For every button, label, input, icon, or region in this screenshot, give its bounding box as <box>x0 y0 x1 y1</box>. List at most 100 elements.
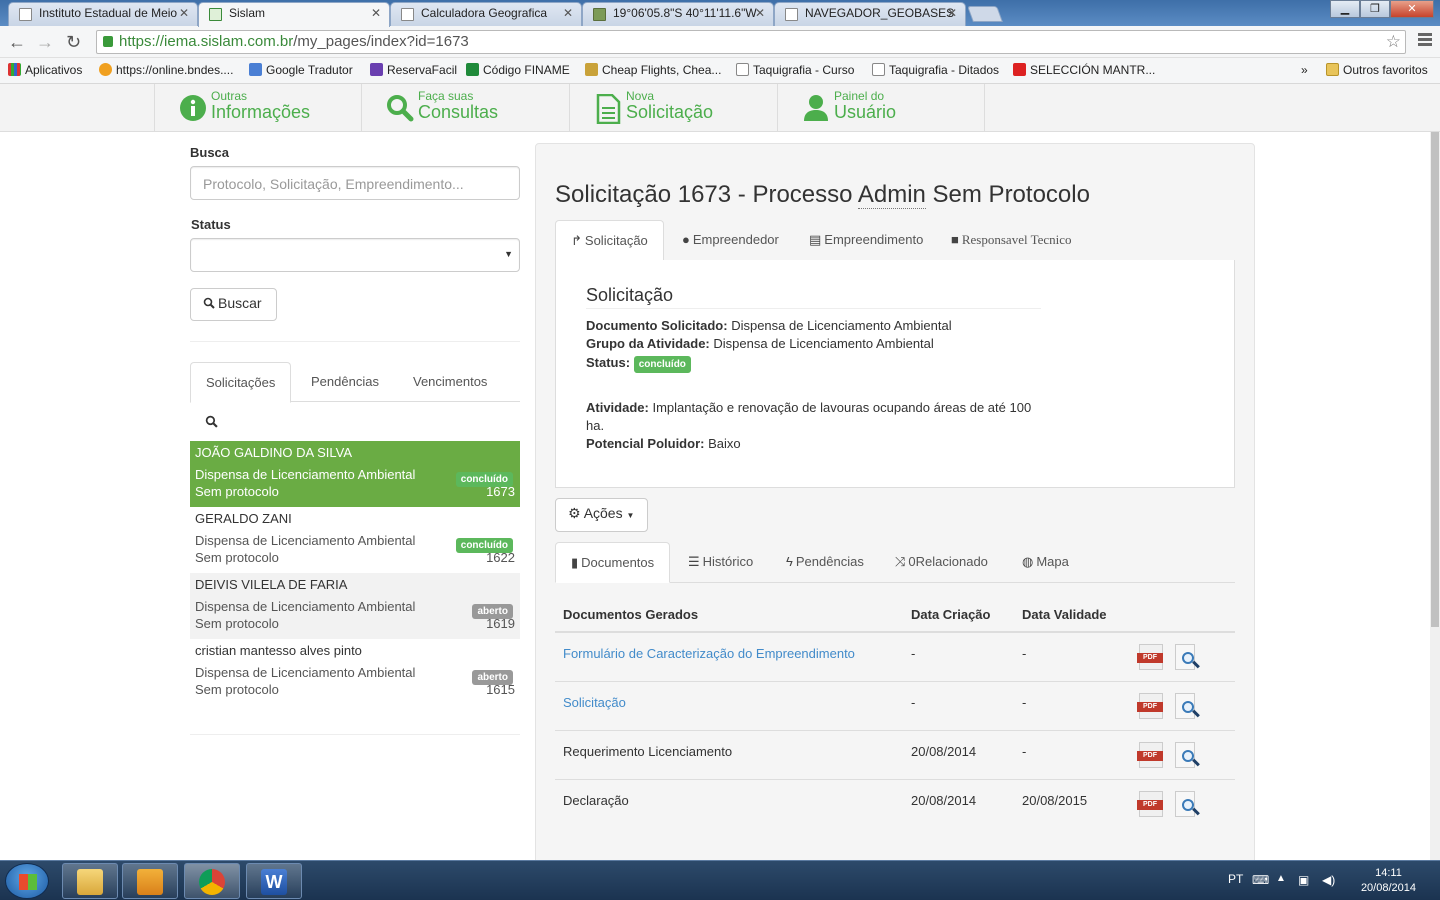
keyboard-icon[interactable]: ⌨ <box>1252 873 1269 887</box>
document-link[interactable]: Solicitação <box>563 695 626 710</box>
volume-icon[interactable]: ◀) <box>1322 873 1335 887</box>
divider <box>190 734 520 735</box>
reload-icon[interactable]: ↻ <box>66 32 81 52</box>
maps-favicon <box>593 8 606 21</box>
buscar-button[interactable]: Buscar <box>190 288 277 321</box>
bookmark-bndes[interactable]: https://online.bndes.... <box>99 63 233 77</box>
page-scrollbar[interactable] <box>1430 132 1440 860</box>
pdf-icon[interactable]: PDF <box>1137 790 1165 819</box>
close-tab-icon[interactable]: ✕ <box>371 6 381 20</box>
bookmark-google-tradutor[interactable]: Google Tradutor <box>249 63 353 77</box>
close-tab-icon[interactable]: ✕ <box>179 6 189 20</box>
windows-taskbar: W PT ⌨ ▲ ▣ ◀) 14:11 20/08/2014 <box>0 860 1440 900</box>
language-indicator[interactable]: PT <box>1228 872 1243 886</box>
taskbar-chrome[interactable] <box>184 863 240 899</box>
bookmark-reservafacil[interactable]: ReservaFacil <box>370 63 457 77</box>
tab-vencimentos[interactable]: Vencimentos <box>398 362 502 402</box>
close-window-button[interactable]: ✕ <box>1390 0 1434 18</box>
nav-nova-solicitacao[interactable]: Nova Solicitação <box>569 84 777 132</box>
documents-tabs: ▮ Documentos ☰ Histórico ϟ Pendências ⤨ 0Rel… <box>555 542 1235 583</box>
browser-tab-sislam[interactable]: Sislam ✕ <box>198 2 390 27</box>
browser-tab-geobases[interactable]: NAVEGADOR_GEOBASES ✕ <box>774 2 966 26</box>
outlook-icon <box>137 869 163 895</box>
network-icon[interactable]: ▣ <box>1298 873 1309 887</box>
status-select[interactable]: ▼ <box>190 238 520 272</box>
busca-input[interactable]: Protocolo, Solicitação, Empreendimento..… <box>190 166 520 200</box>
preview-magnifier-icon[interactable] <box>1173 790 1201 819</box>
close-tab-icon[interactable]: ✕ <box>563 6 573 20</box>
nav-outras-informacoes[interactable]: Outras Informações <box>154 84 362 132</box>
close-tab-icon[interactable]: ✕ <box>947 6 957 20</box>
bookmark-finame[interactable]: Código FINAME <box>466 63 570 77</box>
pdf-icon[interactable]: PDF <box>1137 644 1165 672</box>
pdf-icon[interactable]: PDF <box>1137 741 1165 770</box>
bookmark-apps[interactable]: Aplicativos <box>8 63 82 77</box>
bookmark-seleccion[interactable]: SELECCIÓN MANTR... <box>1013 63 1155 77</box>
column-header-actions <box>1135 596 1235 633</box>
search-icon <box>203 296 215 312</box>
tab-documentos[interactable]: ▮ Documentos <box>555 542 671 583</box>
atividade: Atividade: Implantação e renovação de la… <box>586 400 1032 433</box>
tab-relacionado[interactable]: ⤨ 0Relacionado <box>880 542 1003 582</box>
document-icon <box>594 93 622 125</box>
back-arrow-icon[interactable]: ← <box>8 32 26 52</box>
address-bar[interactable]: https://iema.sislam.com.br/my_pages/inde… <box>96 30 1406 54</box>
forward-arrow-icon[interactable]: → <box>36 32 54 52</box>
bookmark-taquigrafia-ditados[interactable]: Taquigrafia - Ditados <box>872 63 999 77</box>
document-name: Declaração <box>555 778 903 828</box>
bolt-icon: ϟ <box>786 554 793 569</box>
tab-solicitacoes[interactable]: Solicitações <box>190 362 292 403</box>
bookmark-star-icon[interactable]: ☆ <box>1386 31 1401 53</box>
nav-painel-usuario[interactable]: Painel do Usuário <box>777 84 985 132</box>
document-link[interactable]: Formulário de Caracterização do Empreend… <box>563 646 855 661</box>
grupo-atividade: Grupo da Atividade: Dispensa de Licencia… <box>586 336 934 351</box>
filter-search-icon[interactable] <box>205 415 218 431</box>
list-item[interactable]: DEIVIS VILELA DE FARIA Dispensa de Licen… <box>190 573 520 639</box>
briefcase-icon: ■ <box>951 232 959 247</box>
tab-empreendedor[interactable]: ● Empreendedor <box>667 220 794 260</box>
tab-solicitacao[interactable]: ↱ Solicitação <box>555 220 664 261</box>
close-tab-icon[interactable]: ✕ <box>755 6 765 20</box>
admin-abbr: Admin <box>857 181 926 209</box>
scrollbar-thumb[interactable] <box>1431 132 1439 627</box>
list-item[interactable]: JOÃO GALDINO DA SILVA Dispensa de Licenc… <box>190 441 520 507</box>
table-row: Formulário de Caracterização do Empreend… <box>555 631 1235 681</box>
taskbar-word[interactable]: W <box>246 863 302 899</box>
tab-pendencias[interactable]: ϟ Pendências <box>771 542 879 582</box>
taskbar-outlook[interactable] <box>122 863 178 899</box>
browser-tab-iema[interactable]: Instituto Estadual de Meio ✕ <box>8 2 198 26</box>
bookmark-outros-favoritos[interactable]: Outros favoritos <box>1326 63 1428 77</box>
tab-historico[interactable]: ☰ Histórico <box>673 542 768 582</box>
tab-empreendimento[interactable]: ▤ Empreendimento <box>794 220 938 260</box>
nav-consultas[interactable]: Faça suas Consultas <box>361 84 569 132</box>
show-hidden-icons[interactable]: ▲ <box>1276 873 1286 884</box>
tab-mapa[interactable]: ◍ Mapa <box>1007 542 1084 582</box>
tab-responsavel-tecnico[interactable]: ■ Responsavel Tecnico <box>936 220 1087 260</box>
list-item[interactable]: GERALDO ZANI Dispensa de Licenciamento A… <box>190 507 520 573</box>
preview-magnifier-icon[interactable] <box>1173 692 1201 721</box>
chrome-menu-icon[interactable] <box>1418 33 1432 48</box>
share-icon: ↱ <box>571 233 582 248</box>
table-row: Declaração 20/08/2014 20/08/2015 PDF <box>555 778 1235 828</box>
maximize-button[interactable]: ❐ <box>1360 0 1390 18</box>
browser-tab-maps[interactable]: 19°06'05.8"S 40°11'11.6"W ✕ <box>582 2 774 26</box>
list-item[interactable]: cristian mantesso alves pinto Dispensa d… <box>190 639 520 705</box>
bookmark-taquigrafia-curso[interactable]: Taquigrafia - Curso <box>736 63 854 77</box>
bookmarks-overflow[interactable]: » <box>1301 63 1308 77</box>
clock[interactable]: 14:11 20/08/2014 <box>1361 866 1416 896</box>
tab-pendencias[interactable]: Pendências <box>296 362 394 402</box>
taskbar-explorer[interactable] <box>62 863 118 899</box>
preview-magnifier-icon[interactable] <box>1173 644 1201 672</box>
gear-icon: ⚙ <box>568 505 581 521</box>
flights-icon <box>585 63 598 76</box>
browser-tab-calculadora[interactable]: Calculadora Geografica ✕ <box>390 2 582 26</box>
bookmark-cheap-flights[interactable]: Cheap Flights, Chea... <box>585 63 721 77</box>
divider <box>190 341 520 342</box>
start-button[interactable] <box>5 863 49 899</box>
preview-magnifier-icon[interactable] <box>1173 741 1201 770</box>
pdf-icon[interactable]: PDF <box>1137 692 1165 721</box>
new-tab-button[interactable] <box>967 6 1003 22</box>
acoes-dropdown-button[interactable]: ⚙ Ações ▼ <box>555 498 648 532</box>
minimize-button[interactable]: ▁ <box>1330 0 1360 18</box>
page-icon <box>19 8 32 21</box>
